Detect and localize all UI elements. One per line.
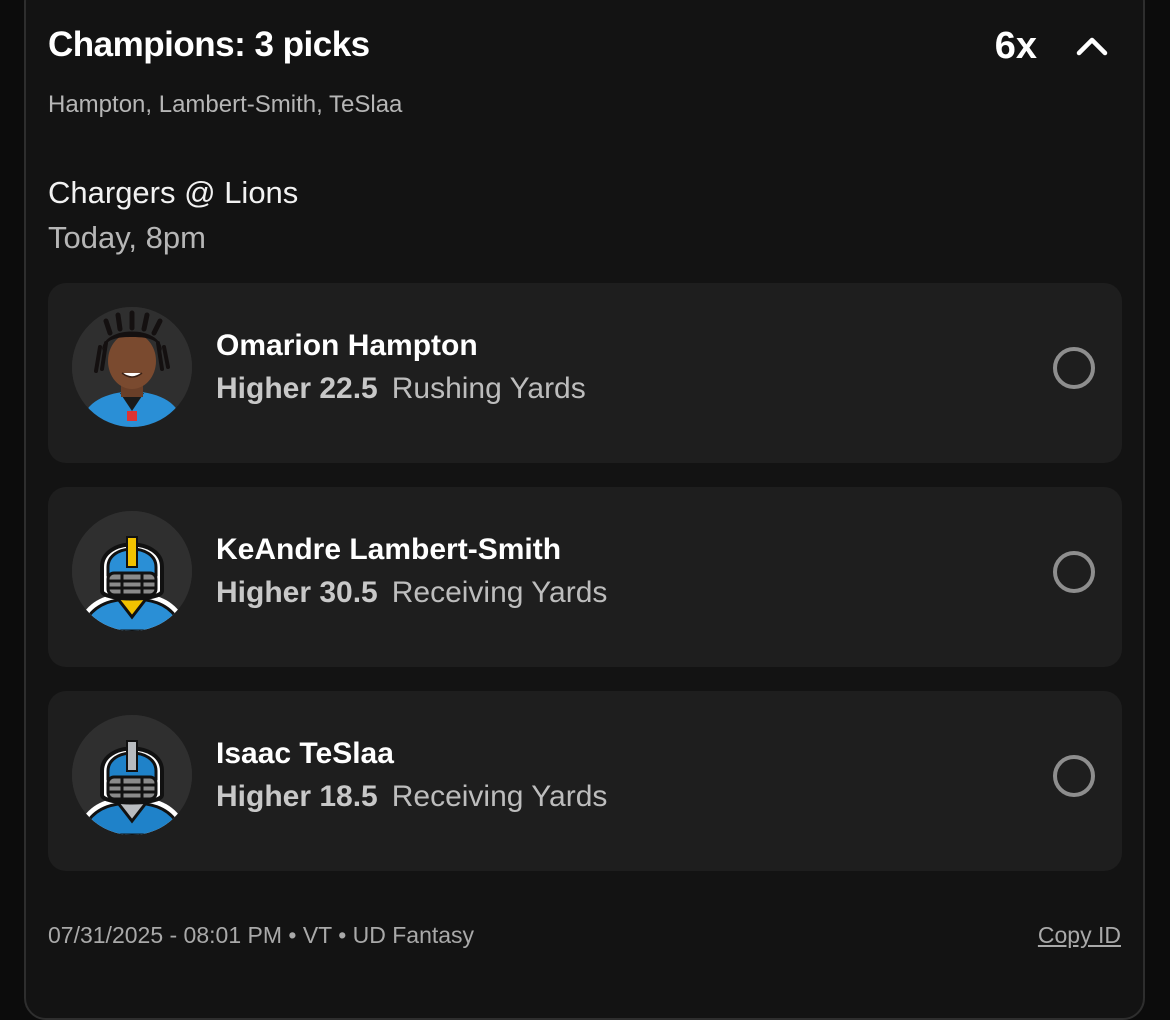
- copy-id-link[interactable]: Copy ID: [1038, 922, 1121, 949]
- players-summary: Hampton, Lambert-Smith, TeSlaa: [48, 91, 403, 118]
- helmet-icon: [72, 715, 192, 835]
- entry-title: Champions: 3 picks: [48, 25, 370, 64]
- entry-meta: 07/31/2025 - 08:01 PM • VT • UD Fantasy: [48, 922, 475, 948]
- player-name: KeAndre Lambert-Smith: [216, 533, 562, 566]
- pick-row[interactable]: KeAndre Lambert-Smith Higher 30.5 Receivi…: [48, 487, 1122, 667]
- pick-value: Higher 30.5: [216, 576, 378, 609]
- pick-row[interactable]: Omarion Hampton Higher 22.5 Rushing Yards: [48, 283, 1122, 463]
- player-name: Omarion Hampton: [216, 329, 478, 362]
- game-time: Today, 8pm: [48, 220, 206, 255]
- pick-radio-button[interactable]: [1053, 347, 1095, 389]
- pick-radio-button[interactable]: [1053, 755, 1095, 797]
- pick-stat: Rushing Yards: [391, 372, 586, 405]
- collapse-button[interactable]: [1070, 24, 1114, 68]
- pick-row[interactable]: Isaac TeSlaa Higher 18.5 Receiving Yards: [48, 691, 1122, 871]
- player-photo-avatar: [72, 307, 192, 427]
- pick-stat: Receiving Yards: [391, 780, 608, 813]
- pick-line: Higher 30.5 Receiving Yards: [216, 576, 607, 610]
- helmet-icon: [72, 511, 192, 631]
- pick-line: Higher 18.5 Receiving Yards: [216, 780, 607, 814]
- pick-line: Higher 22.5 Rushing Yards: [216, 372, 586, 406]
- payout-multiplier: 6x: [994, 25, 1037, 67]
- pick-value: Higher 18.5: [216, 780, 378, 813]
- game-matchup: Chargers @ Lions: [48, 175, 299, 210]
- player-name: Isaac TeSlaa: [216, 737, 394, 770]
- pick-value: Higher 22.5: [216, 372, 378, 405]
- pick-stat: Receiving Yards: [391, 576, 608, 609]
- pick-radio-button[interactable]: [1053, 551, 1095, 593]
- chevron-up-icon: [1076, 37, 1108, 56]
